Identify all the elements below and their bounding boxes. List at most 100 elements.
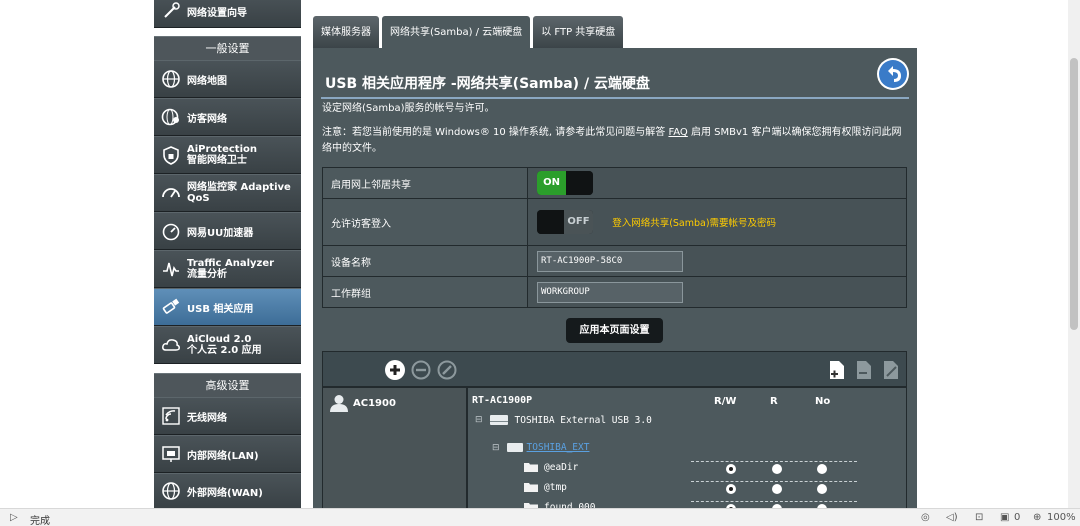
zoom-icon[interactable]: ⊕ — [1033, 512, 1041, 523]
note-text: 注意：若您当前使用的是 Windows® 10 操作系统, 请参考此常见问题与解… — [322, 127, 669, 138]
guest-network-icon — [160, 106, 182, 128]
sidebar-item-uu-booster[interactable]: 网易UU加速器 — [154, 212, 301, 250]
windows-note: 注意：若您当前使用的是 Windows® 10 操作系统, 请参考此常见问题与解… — [322, 125, 910, 157]
download-icon[interactable]: ⊡ — [975, 512, 983, 523]
sidebar-item-sublabel: 智能网络卫士 — [187, 155, 247, 166]
folder-perm-r-radio[interactable] — [772, 464, 782, 474]
sidebar-item-setup-wizard[interactable]: 网络设置向导 — [154, 0, 301, 28]
speedometer-icon — [160, 220, 182, 242]
folder-perm-rw-radio[interactable] — [726, 464, 736, 474]
scrollbar-thumb[interactable] — [1070, 58, 1078, 330]
delete-folder-icon[interactable] — [855, 360, 873, 380]
sidebar-item-sublabel: QoS — [187, 193, 210, 204]
sidebar-item-sublabel: 流量分析 — [187, 269, 227, 280]
wizard-icon — [160, 0, 182, 22]
guest-login-hint: 登入网络共享(Samba)需要帐号及密码 — [612, 218, 777, 229]
column-no: No — [815, 396, 831, 407]
edit-folder-icon[interactable] — [882, 360, 900, 380]
account-item[interactable]: AC1900 — [329, 394, 396, 412]
sidebar-item-label: 无线网络 — [187, 412, 227, 424]
advanced-settings-header: 高级设置 — [154, 373, 301, 397]
browser-status-bar: ▷ 完成 ◎ ◁) ⊡ ▣ 0 ⊕ 100% — [0, 508, 1080, 526]
sidebar-item-label: USB 相关应用 — [187, 303, 254, 315]
network-neighborhood-label: 启用网上邻居共享 — [322, 167, 528, 199]
sidebar-item-label: 访客网络 — [187, 113, 227, 125]
sidebar-item-label: 网络地图 — [187, 75, 227, 87]
network-neighborhood-toggle[interactable]: ON — [537, 171, 593, 195]
description-text: 设定网络(Samba)服务的帐号与许可。 — [322, 103, 495, 114]
disk-node[interactable]: ⊟ TOSHIBA External USB 3.0 — [475, 414, 652, 426]
toggle-knob — [537, 210, 564, 234]
folder-perm-no-radio[interactable] — [817, 464, 827, 474]
partition-node[interactable]: ⊟ TOSHIBA_EXT — [492, 442, 589, 453]
user-icon — [330, 395, 348, 412]
sidebar-item-guest-network[interactable]: 访客网络 — [154, 98, 301, 136]
sidebar-item-traffic-analyzer[interactable]: Traffic Analyzer 流量分析 — [154, 250, 301, 288]
blocked-icon[interactable]: ▣ — [1000, 512, 1009, 523]
folder-perm-r-radio[interactable] — [772, 484, 782, 494]
faq-link[interactable]: FAQ — [668, 127, 687, 138]
wireless-icon — [160, 405, 182, 427]
sidebar-item-label: AiCloud 2.0 — [187, 334, 252, 345]
add-folder-icon[interactable] — [828, 360, 846, 380]
guest-login-toggle[interactable]: OFF — [537, 210, 593, 234]
tab-ftp-share[interactable]: 以 FTP 共享硬盘 — [533, 16, 624, 49]
shield-icon — [160, 144, 182, 166]
sidebar-item-network-map[interactable]: 网络地图 — [154, 60, 301, 98]
partition-icon — [506, 443, 523, 452]
main-panel: USB 相关应用程序 -网络共享(Samba) / 云端硬盘 设定网络(Samb… — [313, 48, 917, 526]
collapse-icon[interactable]: ⊟ — [475, 415, 483, 425]
sidebar-item-adaptive-qos[interactable]: 网络监控家 Adaptive QoS — [154, 174, 301, 212]
guest-login-label: 允许访客登入 — [322, 198, 528, 246]
sidebar-item-aicloud[interactable]: AiCloud 2.0 个人云 2.0 应用 — [154, 326, 301, 364]
workgroup-input[interactable]: WORKGROUP — [537, 281, 683, 303]
sidebar-item-label: 网易UU加速器 — [187, 227, 254, 239]
folder-perm-no-radio[interactable] — [817, 484, 827, 494]
sidebar-item-usb-application[interactable]: USB 相关应用 — [154, 288, 301, 326]
usb-icon — [160, 296, 182, 318]
folder-row: @eaDir — [523, 461, 578, 473]
apply-settings-button[interactable]: 应用本页面设置 — [566, 318, 663, 343]
toggle-state-label: OFF — [564, 210, 593, 234]
note-text-end: 络中的文件。 — [322, 143, 382, 154]
partition-name: TOSHIBA_EXT — [526, 442, 590, 453]
minus-icon — [411, 360, 431, 380]
sidebar-item-aiprotection[interactable]: AiProtection 智能网络卫士 — [154, 136, 301, 174]
column-rw: R/W — [714, 396, 737, 407]
device-name-label: 设备名称 — [322, 245, 528, 277]
column-r: R — [770, 396, 778, 407]
account-name: AC1900 — [353, 397, 396, 409]
sidebar-item-label: 网络设置向导 — [187, 7, 247, 19]
sidebar-item-wan[interactable]: 外部网络(WAN) — [154, 473, 301, 509]
workgroup-label: 工作群组 — [322, 276, 528, 308]
status-text: 完成 — [30, 516, 50, 526]
collapse-icon[interactable]: ⊟ — [492, 443, 500, 453]
delete-account-button[interactable] — [411, 360, 431, 380]
sidebar-item-wireless[interactable]: 无线网络 — [154, 397, 301, 435]
add-account-button[interactable] — [385, 360, 405, 380]
cloud-icon — [160, 334, 182, 356]
sidebar-item-label: 内部网络(LAN) — [187, 450, 259, 462]
lan-icon — [160, 443, 182, 465]
status-play-icon[interactable]: ▷ — [10, 512, 18, 523]
page-title: USB 相关应用程序 -网络共享(Samba) / 云端硬盘 — [325, 76, 650, 92]
edit-icon — [437, 360, 457, 380]
globe-icon — [160, 68, 182, 90]
device-name-input[interactable]: RT-AC1900P-58C0 — [537, 250, 683, 272]
folder-icon — [524, 463, 538, 472]
tab-samba-share[interactable]: 网络共享(Samba) / 云端硬盘 — [382, 16, 531, 49]
sidebar-item-label: 网络监控家 Adaptive — [187, 182, 291, 193]
disk-name: TOSHIBA External USB 3.0 — [514, 414, 652, 426]
general-settings-header: 一般设置 — [154, 36, 301, 60]
zoom-level[interactable]: 100% — [1047, 512, 1076, 523]
folder-icon — [524, 483, 538, 492]
speaker-icon[interactable]: ◁) — [946, 512, 958, 523]
folder-permission-tree: RT-AC1900P R/W R No ⊟ TOSHIBA External U… — [467, 387, 907, 526]
shield-status-icon[interactable]: ◎ — [921, 512, 930, 523]
back-button[interactable] — [877, 58, 909, 90]
edit-account-button[interactable] — [437, 360, 457, 380]
page-scrollbar[interactable] — [1068, 0, 1080, 508]
sidebar-item-lan[interactable]: 内部网络(LAN) — [154, 435, 301, 473]
tab-media-server[interactable]: 媒体服务器 — [313, 16, 379, 49]
folder-perm-rw-radio[interactable] — [726, 484, 736, 494]
